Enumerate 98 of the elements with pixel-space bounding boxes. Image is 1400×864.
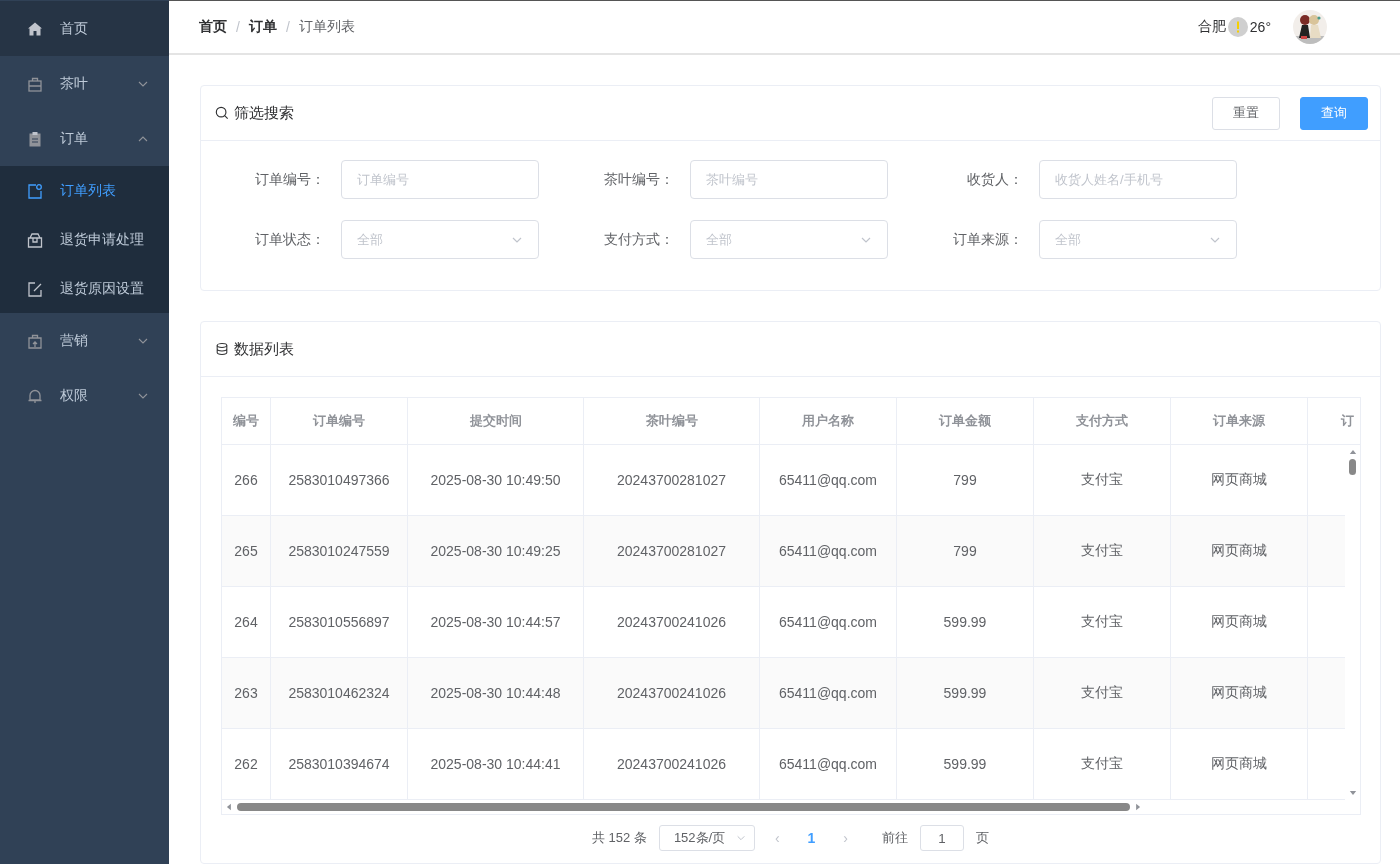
box-icon [27,231,43,248]
breadcrumb-separator: / [285,19,290,35]
card-title: 数据列表 [234,339,294,359]
table-cell: 2025-08-30 10:44:41 [408,729,584,799]
total-count: 共 152 条 [591,829,647,847]
clipboard-icon [27,130,43,147]
city-label: 合肥 [1197,18,1226,36]
table-cell: 网页商城 [1171,516,1308,586]
weather-icon [1227,17,1248,37]
scrollbar-thumb[interactable] [1349,459,1356,475]
column-header: 提交时间 [408,398,584,444]
breadcrumb-separator: / [236,19,240,35]
bell-icon [27,387,43,404]
sidebar-item[interactable]: 订单 [0,111,169,166]
table-cell: 20243700281027 [584,445,760,515]
column-header: 订单编号 [271,398,408,444]
sidebar-subitem[interactable]: 订单列表 [0,166,169,215]
table-cell: 网页商城 [1171,587,1308,657]
field-label: 收货人： [966,170,1024,189]
sidebar-subitem[interactable]: 退货原因设置 [0,264,169,313]
table-cell: 网页商城 [1171,729,1308,799]
sidebar-item[interactable]: 权限 [0,368,169,423]
card-title: 筛选搜索 [234,103,294,123]
scroll-right-icon[interactable] [1135,803,1142,811]
table-cell: 20243700241026 [584,729,760,799]
table-cell: 266 [222,445,271,515]
column-header: 订单来源 [1171,398,1308,444]
table-cell: 2025-08-30 10:49:50 [408,445,584,515]
shopping-bag-icon [27,332,43,349]
table-cell: 2025-08-30 10:44:48 [408,658,584,728]
column-header: 茶叶编号 [584,398,760,444]
table-cell: 265 [222,516,271,586]
page-size-select[interactable]: 152条/页 [658,825,755,851]
table-cell: 799 [897,445,1034,515]
bag-icon [27,75,43,92]
table-cell: 2583010247559 [271,516,408,586]
table-cell: 65411@qq.com [760,445,897,515]
column-header: 用户名称 [760,398,897,444]
page-suffix: 页 [976,829,990,847]
edit-icon [27,280,43,297]
temperature: 26° [1249,19,1271,35]
table-cell: 799 [897,516,1034,586]
table-cell: 65411@qq.com [760,658,897,728]
field-label: 茶叶编号： [603,170,675,189]
scroll-down-icon[interactable] [1348,790,1357,797]
table-cell: 支付宝 [1034,658,1171,728]
input-field[interactable]: 收货人姓名/手机号 [1039,160,1237,199]
scroll-up-icon[interactable] [1348,448,1357,455]
table-cell: 2583010394674 [271,729,408,799]
field-label: 支付方式： [603,230,675,249]
document-icon [27,182,43,199]
table-cell: 支付宝 [1034,445,1171,515]
table-cell: 2025-08-30 10:49:25 [408,516,584,586]
column-header: 订单金额 [897,398,1034,444]
sidebar-subitem[interactable]: 退货申请处理 [0,215,169,264]
table-cell: 2583010462324 [271,658,408,728]
table-cell: 20243700241026 [584,587,760,657]
table-cell: 65411@qq.com [760,729,897,799]
home-icon [27,20,43,37]
column-header: 支付方式 [1034,398,1171,444]
table-cell: 网页商城 [1171,658,1308,728]
breadcrumb-item[interactable]: 订单 [248,18,277,36]
table-cell: 支付宝 [1034,516,1171,586]
reset-button[interactable]: 重置 [1212,96,1280,130]
table-cell: 2025-08-30 10:44:57 [408,587,584,657]
field-label: 订单来源： [952,230,1024,249]
sidebar-item[interactable]: 首页 [0,1,169,56]
column-header: 编号 [222,398,271,444]
table-cell: 20243700241026 [584,658,760,728]
table-cell: 599.99 [897,729,1034,799]
breadcrumb-item[interactable]: 首页 [199,18,227,36]
table-cell: 2583010497366 [271,445,408,515]
table-cell: 263 [222,658,271,728]
table-cell: 65411@qq.com [760,587,897,657]
field-label: 订单状态： [254,230,326,249]
page-input[interactable]: 1 [920,825,965,851]
breadcrumb-item: 订单列表 [298,18,355,36]
table-cell: 264 [222,587,271,657]
search-icon [215,106,229,120]
field-label: 订单编号： [254,170,326,189]
table-cell: 599.99 [897,587,1034,657]
goto-label: 前往 [882,829,909,847]
table-cell: 2583010556897 [271,587,408,657]
table-cell: 599.99 [897,658,1034,728]
input-field[interactable]: 订单编号 [341,160,539,199]
chevron-icon [735,833,746,843]
sidebar-item[interactable]: 营销 [0,313,169,368]
table-cell: 262 [222,729,271,799]
table-cell: 20243700281027 [584,516,760,586]
column-header: 订 [1340,412,1355,430]
table-cell: 网页商城 [1171,445,1308,515]
input-field[interactable]: 茶叶编号 [690,160,888,199]
database-icon [215,342,229,356]
table-cell: 65411@qq.com [760,516,897,586]
table-cell: 支付宝 [1034,729,1171,799]
scroll-left-icon[interactable] [225,803,232,811]
sidebar-item[interactable]: 茶叶 [0,56,169,111]
table-cell: 支付宝 [1034,587,1171,657]
